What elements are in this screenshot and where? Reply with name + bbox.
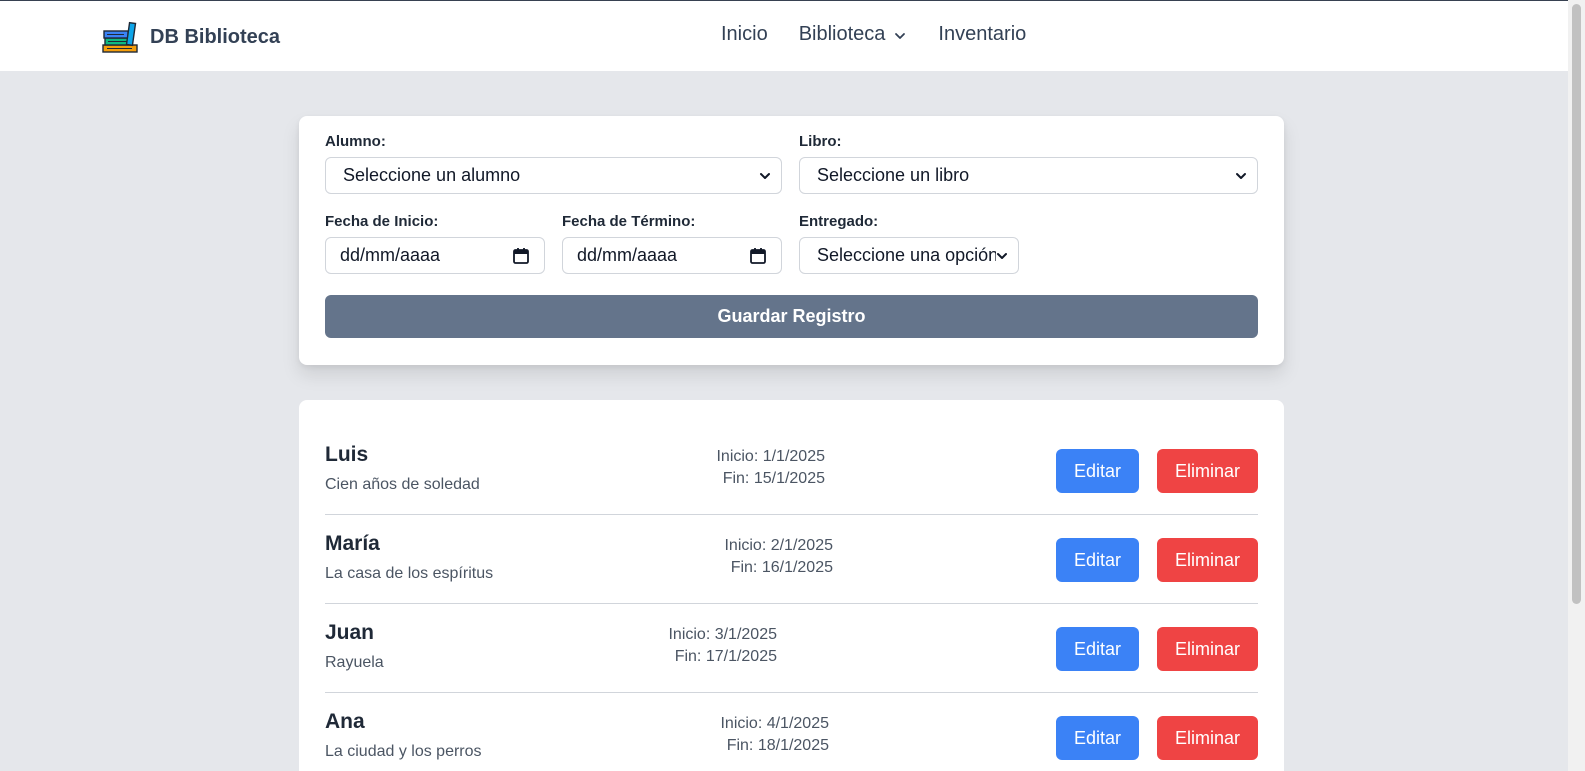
page: DB Biblioteca Inicio Biblioteca Inventar… <box>0 0 1585 771</box>
entregado-select-value: Seleccione una opción <box>817 245 996 265</box>
edit-button[interactable]: Editar <box>1056 449 1139 493</box>
entregado-select[interactable]: Seleccione una opción <box>799 237 1019 274</box>
delete-button[interactable]: Eliminar <box>1157 627 1258 671</box>
chevron-down-icon <box>1236 172 1246 179</box>
list-item: Ana La ciudad y los perros Inicio: 4/1/2… <box>325 693 1258 771</box>
alumno-select[interactable]: Seleccione un alumno <box>325 157 782 194</box>
student-name: María <box>325 532 380 555</box>
alumno-select-value: Seleccione un alumno <box>343 165 521 185</box>
loan-dates: Inicio: 3/1/2025 Fin: 17/1/2025 <box>668 624 777 668</box>
delete-button[interactable]: Eliminar <box>1157 449 1258 493</box>
end-date: Fin: 15/1/2025 <box>722 470 825 487</box>
start-date: Inicio: 4/1/2025 <box>720 715 829 732</box>
calendar-icon[interactable] <box>749 247 767 265</box>
records-list: Luis Cien años de soledad Inicio: 1/1/20… <box>299 400 1284 771</box>
list-item: Juan Rayuela Inicio: 3/1/2025 Fin: 17/1/… <box>325 604 1258 693</box>
chevron-down-icon <box>895 33 906 39</box>
chevron-down-icon <box>997 252 1007 259</box>
nav-biblioteca[interactable]: Biblioteca <box>799 23 886 46</box>
scrollbar-thumb[interactable] <box>1572 4 1581 604</box>
list-item: Luis Cien años de soledad Inicio: 1/1/20… <box>325 426 1258 515</box>
nav-biblioteca-dropdown[interactable]: Biblioteca <box>799 23 908 46</box>
fecha-inicio-value: dd/mm/aaaa <box>340 245 441 265</box>
entregado-label: Entregado: <box>799 213 879 230</box>
end-date: Fin: 16/1/2025 <box>730 559 833 576</box>
book-title: Cien años de soledad <box>325 476 480 493</box>
navbar: DB Biblioteca Inicio Biblioteca Inventar… <box>0 0 1568 71</box>
books-stack-icon <box>102 21 138 53</box>
student-name: Juan <box>325 621 375 644</box>
end-date: Fin: 17/1/2025 <box>674 648 777 665</box>
book-title: La casa de los espíritus <box>325 565 494 582</box>
fecha-termino-label: Fecha de Término: <box>562 213 696 230</box>
alumno-label: Alumno: <box>325 133 386 150</box>
start-date: Inicio: 2/1/2025 <box>724 537 833 554</box>
fecha-inicio-input[interactable]: dd/mm/aaaa <box>325 237 545 274</box>
edit-button[interactable]: Editar <box>1056 627 1139 671</box>
brand-name: DB Biblioteca <box>150 25 281 48</box>
student-name: Ana <box>325 710 365 733</box>
libro-select-value: Seleccione un libro <box>817 165 970 185</box>
start-date: Inicio: 1/1/2025 <box>716 448 825 465</box>
start-date: Inicio: 3/1/2025 <box>668 626 777 643</box>
calendar-icon[interactable] <box>512 247 530 265</box>
delete-button[interactable]: Eliminar <box>1157 538 1258 582</box>
chevron-down-icon <box>760 172 770 179</box>
student-name: Luis <box>325 443 369 466</box>
loan-dates: Inicio: 4/1/2025 Fin: 18/1/2025 <box>720 713 829 757</box>
nav-inventario[interactable]: Inventario <box>938 23 1026 46</box>
edit-button[interactable]: Editar <box>1056 716 1139 760</box>
edit-button[interactable]: Editar <box>1056 538 1139 582</box>
libro-label: Libro: <box>799 133 842 150</box>
loan-dates: Inicio: 2/1/2025 Fin: 16/1/2025 <box>724 535 833 579</box>
save-button[interactable]: Guardar Registro <box>325 295 1258 338</box>
libro-select[interactable]: Seleccione un libro <box>799 157 1258 194</box>
list-item: María La casa de los espíritus Inicio: 2… <box>325 515 1258 604</box>
book-title: La ciudad y los perros <box>325 743 482 760</box>
main-nav: Inicio Biblioteca Inventario <box>721 23 1026 46</box>
nav-inicio[interactable]: Inicio <box>721 23 768 46</box>
fecha-inicio-label: Fecha de Inicio: <box>325 213 439 230</box>
loan-form: Alumno: Seleccione un alumno Libro: Sele… <box>299 116 1284 365</box>
brand[interactable]: DB Biblioteca <box>102 21 280 53</box>
fecha-termino-value: dd/mm/aaaa <box>577 245 678 265</box>
delete-button[interactable]: Eliminar <box>1157 716 1258 760</box>
page-scrollbar[interactable] <box>1568 0 1585 771</box>
loan-dates: Inicio: 1/1/2025 Fin: 15/1/2025 <box>716 446 825 490</box>
end-date: Fin: 18/1/2025 <box>726 737 829 754</box>
fecha-termino-input[interactable]: dd/mm/aaaa <box>562 237 782 274</box>
book-title: Rayuela <box>325 654 384 671</box>
